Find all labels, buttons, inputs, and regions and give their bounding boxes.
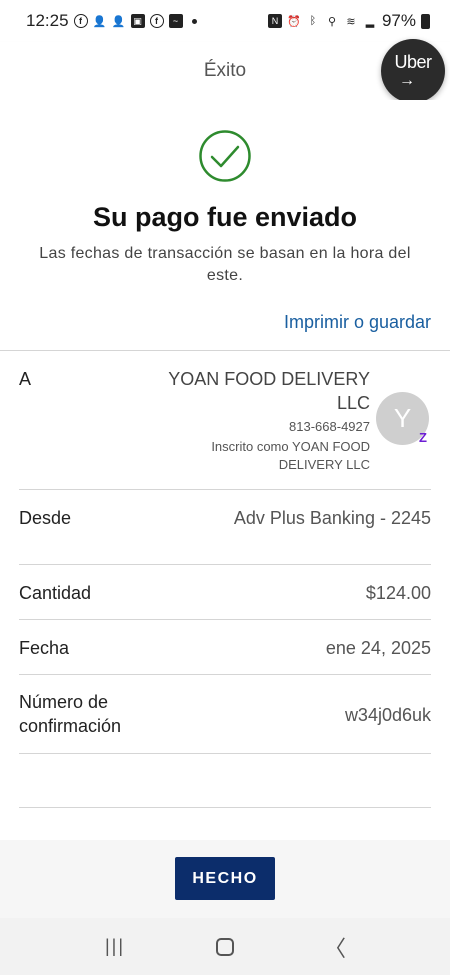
date-label: Fecha [19, 638, 70, 658]
confirmation-number-label: Número de confirmación [19, 692, 122, 736]
contact-card-icon: ▣ [130, 14, 145, 28]
person-add-icon: 👤 [92, 15, 107, 28]
success-check-icon [198, 129, 252, 183]
amount-label: Cantidad [19, 583, 92, 603]
divider [0, 350, 450, 351]
to-label: A [19, 369, 32, 389]
messenger-icon: ~ [168, 14, 183, 28]
divider [19, 489, 431, 490]
app-header: Éxito Uber → [0, 39, 450, 103]
alarm-icon: ⏰ [287, 15, 301, 28]
battery-icon [421, 13, 430, 29]
bluetooth-icon: ᛒ [309, 15, 317, 27]
signal-icon: ▂ [365, 15, 375, 28]
divider [19, 753, 431, 754]
uber-bubble-button[interactable]: Uber → [381, 39, 445, 103]
done-button[interactable]: HECHO [175, 857, 275, 900]
status-left: 12:25 f 👤 👤 ▣ f ~ [26, 11, 197, 31]
divider [19, 674, 431, 675]
back-button[interactable]: 〈 [315, 927, 355, 967]
system-nav-bar: ||| 〈 [0, 918, 450, 975]
payee-name: YOAN FOOD DELIVERY LLC [168, 369, 370, 413]
facebook-icon: f [73, 14, 88, 28]
uber-badge-label: Uber [394, 52, 432, 72]
divider [19, 807, 431, 808]
arrow-right-icon: → [399, 72, 415, 89]
status-bar: 12:25 f 👤 👤 ▣ f ~ N ⏰ ᛒ ⚲ ≋ ▂ 97% [0, 0, 450, 42]
divider [19, 619, 431, 620]
facebook-icon: f [149, 14, 164, 28]
status-right: N ⏰ ᛒ ⚲ ≋ ▂ 97% [267, 11, 430, 31]
status-time: 12:25 [26, 11, 69, 30]
payee-enrolled-as: Inscrito como YOAN FOOD DELIVERY LLC [211, 439, 370, 472]
confirmation-number-value: w34j0d6uk [344, 705, 431, 725]
from-account: Adv Plus Banking - 2245 [233, 508, 431, 528]
location-icon: ⚲ [327, 15, 336, 28]
recents-button[interactable]: ||| [95, 927, 135, 967]
zelle-icon: Z [419, 429, 427, 445]
date-value: ene 24, 2025 [325, 638, 431, 658]
amount-value: $124.00 [365, 583, 431, 603]
home-button[interactable] [205, 927, 245, 967]
header-title: Éxito [203, 60, 247, 81]
page-title: Su pago fue enviado [92, 202, 358, 232]
back-icon: 〈 [323, 935, 346, 961]
payee-info: YOAN FOOD DELIVERY LLC 813-668-4927 Insc… [150, 367, 370, 474]
timezone-note: Las fechas de transacción se basan en la… [39, 245, 411, 284]
recents-icon: ||| [104, 936, 126, 956]
print-or-save-link[interactable]: Imprimir o guardar [284, 312, 431, 333]
person-add-icon: 👤 [111, 15, 126, 28]
from-label: Desde [19, 508, 72, 528]
wifi-icon: ≋ [346, 15, 356, 28]
divider [19, 564, 431, 565]
nfc-icon: N [267, 14, 282, 28]
payee-phone: 813-668-4927 [289, 419, 370, 434]
home-icon [216, 937, 234, 956]
battery-percent: 97% [381, 11, 416, 30]
more-notifications-icon [191, 18, 197, 24]
